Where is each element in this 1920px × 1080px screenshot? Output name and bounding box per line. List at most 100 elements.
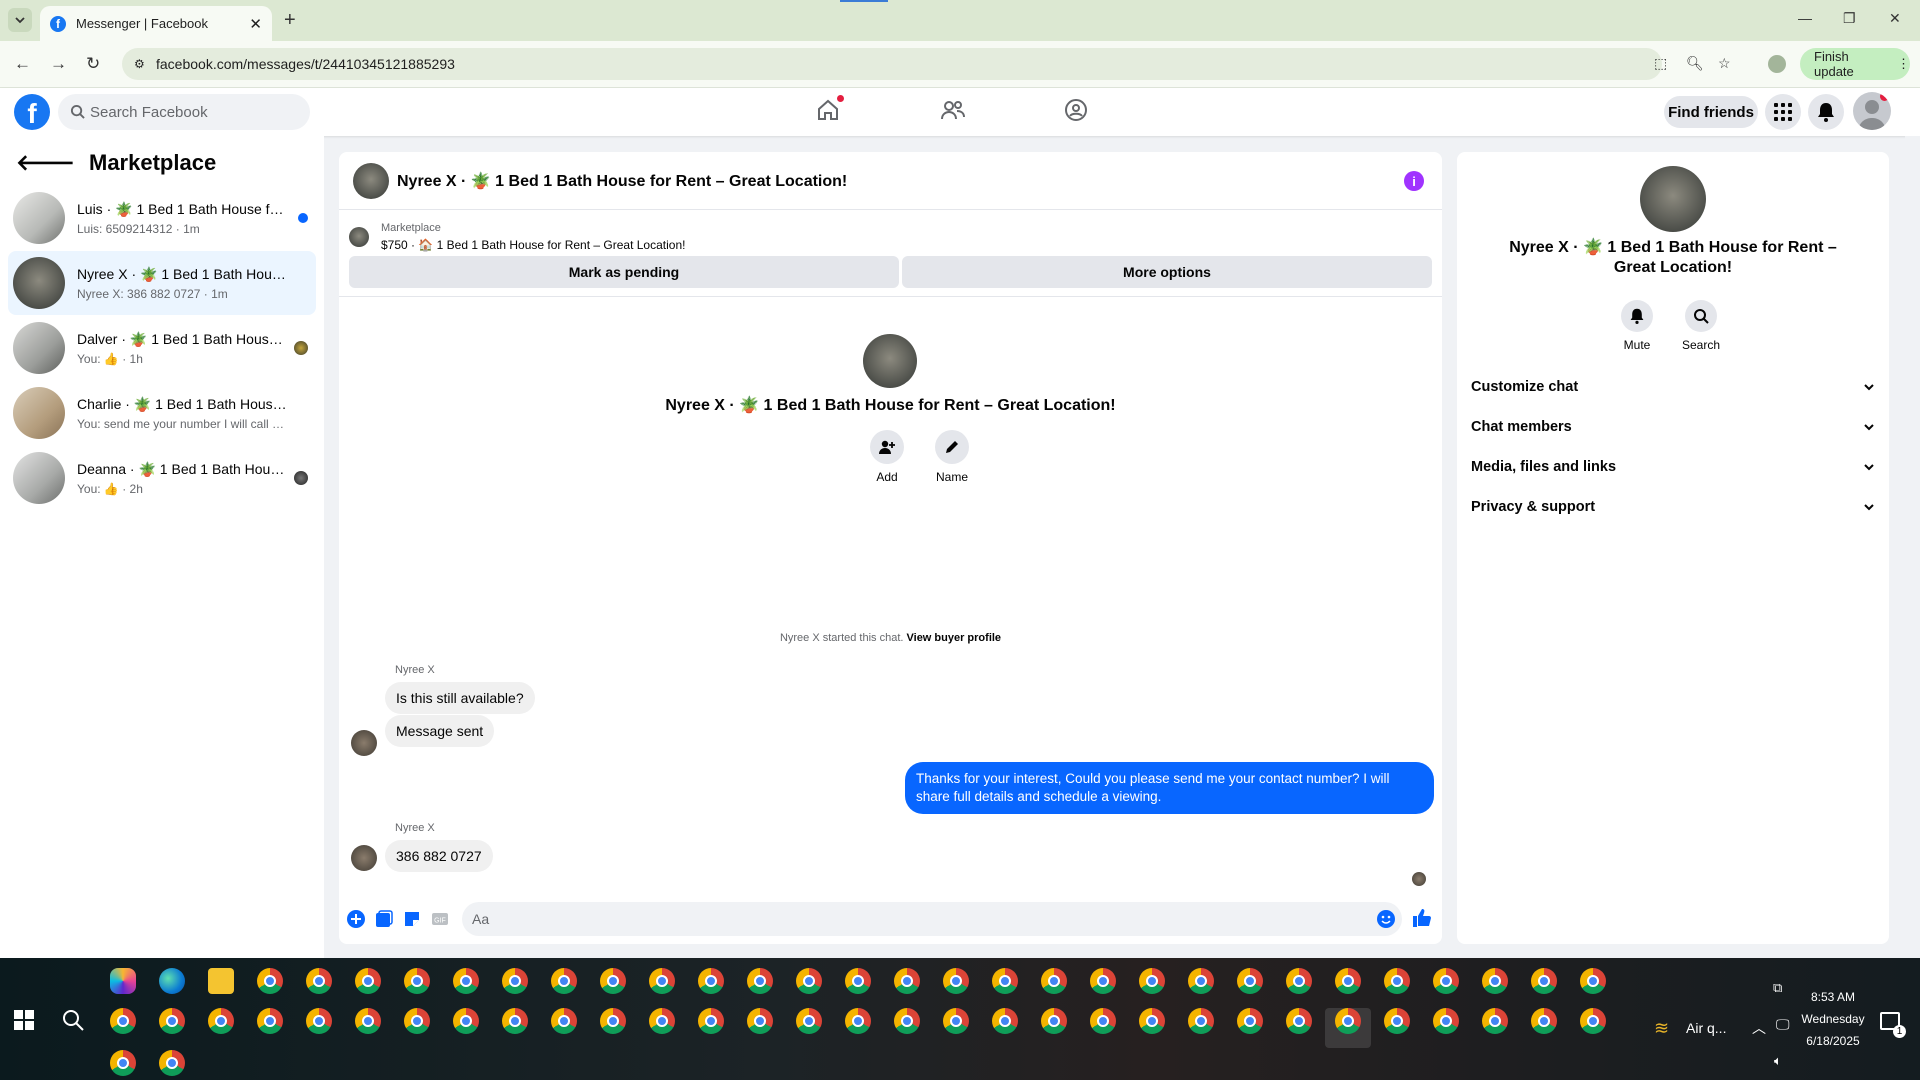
chrome-window-icon[interactable] (1384, 968, 1410, 994)
forward-button[interactable]: → (50, 54, 67, 74)
chrome-window-icon[interactable] (1237, 968, 1263, 994)
chrome-window-icon[interactable] (1580, 968, 1606, 994)
address-bar[interactable]: ⚙ facebook.com/messages/t/24410345121885… (122, 48, 1662, 80)
tray-device-icon[interactable]: ⧉ (1773, 980, 1782, 996)
chrome-window-icon[interactable] (159, 1008, 185, 1034)
chrome-window-icon[interactable] (110, 1008, 136, 1034)
chrome-window-icon[interactable] (453, 968, 479, 994)
windows-start-icon[interactable] (14, 1010, 34, 1030)
chrome-window-icon[interactable] (502, 968, 528, 994)
chrome-window-icon[interactable] (992, 968, 1018, 994)
photo-icon[interactable] (375, 910, 393, 928)
chrome-window-icon[interactable] (698, 1008, 724, 1034)
chrome-window-icon[interactable] (1188, 968, 1214, 994)
chrome-window-icon[interactable] (110, 1050, 136, 1076)
chat-title[interactable]: Nyree X · 🪴 1 Bed 1 Bath House for Rent … (397, 171, 847, 191)
menu-button[interactable] (1765, 94, 1801, 130)
finish-update-button[interactable]: Finish update ⋮ (1800, 48, 1910, 80)
facebook-search-input[interactable]: Search Facebook (58, 94, 310, 130)
copilot-app-icon[interactable] (110, 968, 136, 994)
chrome-window-icon[interactable] (1531, 968, 1557, 994)
chrome-window-icon[interactable] (551, 1008, 577, 1034)
chrome-window-icon[interactable] (1139, 968, 1165, 994)
chrome-window-icon[interactable] (796, 1008, 822, 1034)
edge-app-icon[interactable] (159, 968, 185, 994)
accordion-media-files-links[interactable]: Media, files and links (1471, 452, 1875, 482)
chrome-window-icon[interactable] (404, 968, 430, 994)
reload-button[interactable]: ↻ (86, 54, 100, 74)
chrome-window-icon[interactable] (551, 968, 577, 994)
chrome-window-icon[interactable] (453, 1008, 479, 1034)
chrome-window-icon[interactable] (306, 968, 332, 994)
chrome-window-icon[interactable] (943, 968, 969, 994)
page-scrollbar[interactable] (1905, 136, 1920, 958)
add-person-button[interactable]: Add (857, 430, 917, 484)
chrome-window-icon[interactable] (894, 1008, 920, 1034)
chrome-window-icon[interactable] (1237, 1008, 1263, 1034)
more-options-button[interactable]: More options (902, 256, 1432, 288)
sticker-icon[interactable] (403, 910, 421, 928)
gif-icon[interactable]: GIF (431, 910, 449, 928)
minimize-button[interactable]: — (1798, 10, 1812, 26)
taskbar-search-icon[interactable] (62, 1009, 84, 1031)
thumbs-up-icon[interactable] (1412, 908, 1432, 928)
chrome-window-icon[interactable] (355, 1008, 381, 1034)
conversation-item[interactable]: Charlie · 🪴 1 Bed 1 Bath House for... Yo… (8, 381, 316, 445)
edit-name-button[interactable]: Name (922, 430, 982, 484)
chrome-window-icon[interactable] (1286, 968, 1312, 994)
friends-nav-button[interactable] (940, 98, 966, 122)
accordion-customize-chat[interactable]: Customize chat (1471, 372, 1875, 402)
notifications-button[interactable] (1808, 94, 1844, 130)
chrome-window-icon[interactable] (845, 1008, 871, 1034)
chrome-window-icon[interactable] (1335, 968, 1361, 994)
search-in-conversation-button[interactable]: Search (1671, 300, 1731, 352)
conversation-item[interactable]: Nyree X · 🪴 1 Bed 1 Bath House fo... Nyr… (8, 251, 316, 315)
bookmark-star-icon[interactable]: ☆ (1718, 55, 1731, 72)
chrome-window-icon[interactable] (796, 968, 822, 994)
chrome-window-icon[interactable] (1433, 968, 1459, 994)
back-button[interactable]: ← (14, 54, 31, 74)
weather-text[interactable]: Air q... (1686, 1020, 1726, 1036)
chrome-window-icon[interactable] (747, 968, 773, 994)
chrome-window-icon[interactable] (845, 968, 871, 994)
chrome-window-icon[interactable] (257, 1008, 283, 1034)
chrome-window-icon[interactable] (1041, 968, 1067, 994)
chrome-window-icon[interactable] (1188, 1008, 1214, 1034)
show-hidden-icons[interactable]: ︿ (1752, 1018, 1766, 1038)
chrome-window-icon[interactable] (1090, 968, 1116, 994)
chrome-window-icon[interactable] (698, 968, 724, 994)
incoming-message[interactable]: Message sent (385, 715, 495, 747)
install-app-icon[interactable]: ⬚ (1654, 55, 1667, 72)
chrome-window-icon[interactable] (747, 1008, 773, 1034)
chrome-window-icon[interactable] (1041, 1008, 1067, 1034)
restore-button[interactable]: ❐ (1843, 10, 1856, 27)
zoom-icon[interactable]: 🔍︎ (1686, 55, 1704, 72)
home-nav-button[interactable] (816, 95, 844, 122)
chrome-window-icon[interactable] (1335, 1008, 1361, 1034)
accordion-privacy-support[interactable]: Privacy & support (1471, 492, 1875, 522)
close-tab-icon[interactable]: ✕ (249, 15, 262, 33)
chrome-window-icon[interactable] (1286, 1008, 1312, 1034)
volume-icon[interactable]: 🔈︎ (1774, 1053, 1782, 1069)
chrome-window-icon[interactable] (355, 968, 381, 994)
chrome-window-icon[interactable] (649, 968, 675, 994)
view-buyer-profile-link[interactable]: View buyer profile (907, 632, 1002, 644)
profile-icon[interactable] (1768, 55, 1786, 73)
back-arrow-icon[interactable]: 🡐 (16, 150, 75, 176)
emoji-icon[interactable] (1377, 910, 1395, 928)
gaming-nav-button[interactable] (1064, 98, 1088, 122)
chrome-window-icon[interactable] (1531, 1008, 1557, 1034)
chrome-window-icon[interactable] (1090, 1008, 1116, 1034)
incoming-message[interactable]: Is this still available? (385, 682, 535, 714)
sender-avatar[interactable] (351, 730, 377, 756)
browser-tab-messenger[interactable]: f Messenger | Facebook ✕ (40, 6, 272, 41)
weather-icon[interactable]: ≋ (1654, 1018, 1669, 1039)
chrome-window-icon[interactable] (1139, 1008, 1165, 1034)
chrome-window-icon[interactable] (208, 1008, 234, 1034)
tab-search-button[interactable] (8, 8, 32, 32)
chrome-window-icon[interactable] (992, 1008, 1018, 1034)
chrome-window-icon[interactable] (404, 1008, 430, 1034)
notification-center-icon[interactable]: 1 (1880, 1012, 1906, 1038)
mark-as-pending-button[interactable]: Mark as pending (349, 256, 899, 288)
chrome-window-icon[interactable] (1433, 1008, 1459, 1034)
